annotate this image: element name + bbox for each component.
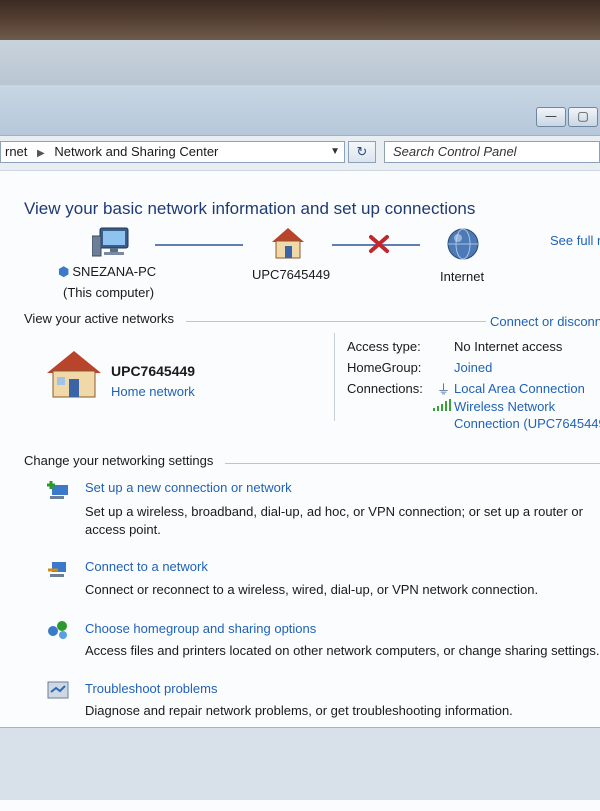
access-type-label: Access type: (347, 339, 421, 354)
computer-icon (92, 226, 132, 260)
homegroup-sharing-desc: Access files and printers located on oth… (85, 643, 600, 658)
network-type-link[interactable]: Home network (111, 384, 195, 399)
details-divider (334, 333, 335, 421)
connect-network-icon (46, 558, 70, 580)
setup-new-connection-desc: Set up a wireless, broadband, dial-up, a… (85, 504, 583, 519)
see-full-map-link[interactable]: See full r (550, 233, 600, 248)
refresh-button[interactable]: ↻ (348, 141, 376, 163)
new-connection-icon (46, 479, 70, 501)
refresh-icon: ↻ (356, 144, 368, 159)
monitor-bezel (0, 0, 600, 40)
active-networks-title: View your active networks (24, 311, 175, 326)
minimize-button[interactable]: — (536, 107, 566, 127)
ethernet-icon: ⏚ (437, 382, 451, 397)
homegroup-label: HomeGroup: (347, 360, 422, 375)
breadcrumb-prefix[interactable]: rnet (5, 144, 27, 159)
connect-to-network-link[interactable]: Connect to a network (85, 559, 208, 574)
internet-globe-icon (446, 227, 480, 261)
no-connection-x-icon (368, 234, 390, 254)
homegroup-options-icon (46, 619, 70, 641)
computer-subtitle: (This computer) (63, 285, 155, 300)
navigation-bar: rnet ▶ Network and Sharing Center ▼ ↻ Se… (0, 137, 600, 167)
troubleshoot-link[interactable]: Troubleshoot problems (85, 681, 217, 696)
computer-name: SNEZANA-PC (72, 264, 157, 279)
breadcrumb-current[interactable]: Network and Sharing Center (54, 144, 218, 159)
wireless-signal-icon (433, 399, 451, 411)
homegroup-joined-link[interactable]: Joined (454, 360, 492, 375)
link-computer-router (155, 244, 243, 246)
desktop-background (0, 40, 600, 85)
page-title: View your basic network information and … (24, 199, 476, 218)
address-dropdown-icon[interactable]: ▼ (330, 142, 340, 162)
connect-to-network-desc: Connect or reconnect to a wireless, wire… (85, 582, 539, 597)
wireless-connection-link-line2[interactable]: Connection (UPC7645449 (454, 416, 600, 431)
network-sharing-window: — ▢ rnet ▶ Network and Sharing Center ▼ … (0, 85, 600, 811)
window-controls: — ▢ (536, 107, 600, 127)
router-name: UPC7645449 (252, 267, 331, 282)
local-area-connection-link[interactable]: Local Area Connection (454, 381, 585, 396)
maximize-button[interactable]: ▢ (568, 107, 598, 127)
router-house-icon (270, 226, 306, 260)
setup-new-connection-link[interactable]: Set up a new connection or network (85, 480, 292, 495)
breadcrumb-arrow-icon[interactable]: ▶ (37, 148, 45, 159)
main-content: View your basic network information and … (0, 170, 600, 811)
change-settings-title: Change your networking settings (24, 453, 214, 468)
section-divider (186, 321, 486, 322)
home-network-icon (45, 349, 103, 399)
connect-disconnect-link[interactable]: Connect or disconn (490, 314, 600, 329)
access-type-value: No Internet access (454, 339, 563, 354)
computer-name-row: ⬢ SNEZANA-PC (58, 264, 156, 280)
setup-new-connection-desc-line2: access point. (85, 522, 161, 537)
search-input[interactable]: Search Control Panel (384, 141, 600, 163)
connections-label: Connections: (347, 381, 423, 396)
troubleshoot-icon (46, 679, 70, 701)
title-bar: — ▢ (0, 85, 600, 136)
section-divider (225, 463, 600, 464)
wireless-connection-link[interactable]: Wireless Network (454, 399, 555, 414)
active-network-name: UPC7645449 (111, 363, 196, 379)
status-area (0, 728, 600, 800)
homegroup-icon: ⬢ (58, 264, 70, 279)
homegroup-sharing-link[interactable]: Choose homegroup and sharing options (85, 621, 316, 636)
troubleshoot-desc: Diagnose and repair network problems, or… (85, 703, 513, 718)
internet-label: Internet (440, 269, 485, 284)
address-bar[interactable]: rnet ▶ Network and Sharing Center ▼ (0, 141, 345, 163)
